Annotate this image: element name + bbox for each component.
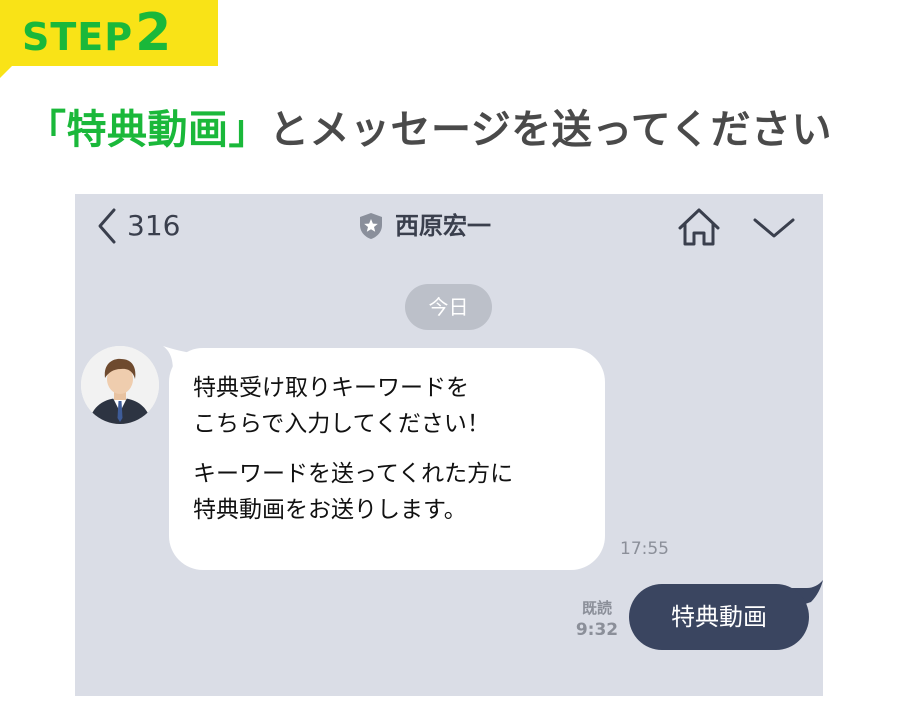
- outgoing-message[interactable]: 特典動画: [629, 584, 809, 650]
- avatar[interactable]: [81, 346, 159, 424]
- message-line: 特典動画をお送りします。: [193, 497, 467, 523]
- heading-keyword: 「特典動画」: [26, 107, 269, 153]
- step-label: STEP 2: [22, 2, 171, 64]
- step-word: STEP: [22, 15, 134, 59]
- chat-title: 西原宏一: [395, 212, 491, 240]
- message-line: 特典受け取りキーワードを: [193, 375, 469, 401]
- step-badge-notch: [0, 66, 12, 78]
- home-icon[interactable]: [675, 206, 723, 248]
- heading-instruction: とメッセージを送ってください: [269, 107, 832, 153]
- incoming-timestamp: 17:55: [620, 539, 669, 559]
- shield-star-icon: [360, 213, 382, 239]
- read-status: 既読 9:32: [573, 598, 621, 642]
- read-receipt-label: 既読: [581, 599, 612, 617]
- page-heading: 「特典動画」 とメッセージを送ってください: [26, 96, 832, 156]
- incoming-message[interactable]: 特典受け取りキーワードを こちらで入力してください！ キーワードを送ってくれた方…: [169, 348, 605, 570]
- step-number: 2: [135, 3, 172, 63]
- back-unread-count[interactable]: 316: [127, 206, 180, 246]
- chat-window: 316 西原宏一 今日 特典受け取りキーワードを こちらで入力してください！ キ…: [75, 194, 823, 696]
- chevron-down-icon[interactable]: [751, 214, 797, 242]
- avatar-portrait: [81, 346, 159, 424]
- chat-header: 316 西原宏一: [75, 194, 823, 258]
- message-line: こちらで入力してください！: [193, 411, 490, 437]
- date-separator: 今日: [405, 284, 492, 330]
- chevron-left-icon[interactable]: [95, 206, 119, 246]
- outgoing-timestamp: 9:32: [575, 620, 619, 640]
- message-line: キーワードを送ってくれた方に: [193, 461, 514, 487]
- page: STEP 2 「特典動画」 とメッセージを送ってください 316 西原宏一 今日…: [0, 0, 900, 720]
